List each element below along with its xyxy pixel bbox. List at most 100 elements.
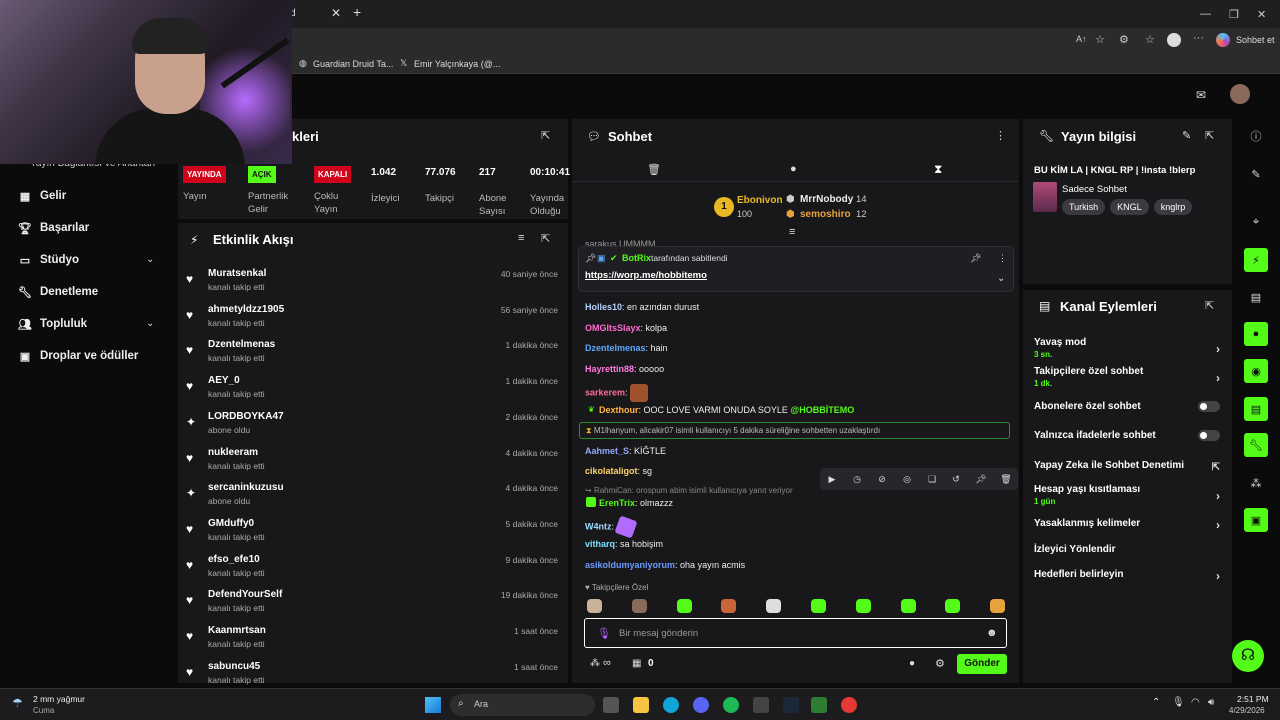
close-window-icon[interactable]: ✕ [1257, 8, 1266, 21]
pinned-link[interactable]: https://worp.me/hobbitemo [585, 270, 707, 281]
windows-start-icon[interactable] [425, 697, 441, 713]
popout-icon[interactable]: ⇱ [541, 232, 550, 245]
sidebar-item-droplar[interactable]: ▣ Droplar ve ödüller [18, 346, 139, 366]
pinned-by[interactable]: BotRix [622, 253, 651, 263]
document-icon[interactable]: ▤ [1244, 285, 1268, 309]
activity-user[interactable]: sabuncu45 [208, 661, 260, 672]
category-thumbnail[interactable] [1033, 182, 1057, 212]
chat-username[interactable]: sarkerem [585, 387, 625, 397]
copilot-label[interactable]: Sohbet et [1236, 35, 1275, 45]
mailbox-icon[interactable]: ✉ [1196, 88, 1206, 102]
spotify-icon[interactable] [723, 697, 739, 713]
chat-settings-bubble-icon[interactable]: ● [909, 658, 915, 669]
activity-item[interactable]: ✦ LORDBOYKA47 abone oldu 2 dakika önce [186, 411, 562, 445]
file-explorer-icon[interactable] [633, 697, 649, 713]
activity-item[interactable]: ♥ nukleeram kanalı takip etti 4 dakika önce [186, 447, 562, 481]
chevron-up-icon[interactable]: ⌃ [1152, 697, 1160, 708]
sidebar-item-denetleme[interactable]: 🔧︎ Denetleme [18, 282, 98, 302]
activity-user[interactable]: AEY_0 [208, 375, 240, 386]
chat-username[interactable]: Hayrettin88 [585, 364, 634, 374]
activity-user[interactable]: GMduffy0 [208, 518, 254, 529]
chevron-right-icon[interactable]: › [1216, 371, 1220, 385]
chat-username[interactable]: OMGItsSlayx [585, 323, 641, 333]
kick-icon[interactable] [811, 697, 827, 713]
chat-message[interactable]: vitharq: sa hobişim [585, 539, 663, 549]
gift-box-icon[interactable]: ▦ [632, 658, 641, 669]
chevron-right-icon[interactable]: › [1216, 569, 1220, 583]
volume-icon[interactable]: 🔊︎ [1208, 697, 1214, 708]
channel-action-item[interactable]: Yasaklanmış kelimeler › [1034, 518, 1222, 532]
minimize-icon[interactable]: — [1200, 8, 1211, 20]
stream-tag[interactable]: KNGL [1110, 199, 1149, 215]
image-icon[interactable]: ▣ [1244, 508, 1268, 532]
popout-icon[interactable]: ⇱ [1205, 129, 1214, 142]
activity-user[interactable]: LORDBOYKA47 [208, 411, 284, 422]
bookmark-1[interactable]: Guardian Druid Ta... [313, 59, 393, 69]
play-icon[interactable]: ▶ [822, 474, 842, 486]
broadcast-icon[interactable]: ◉ [1244, 359, 1268, 383]
delete-icon[interactable]: 🗑︎ [996, 474, 1016, 486]
channel-actions-rail-icon[interactable]: ▤ [1244, 397, 1268, 421]
filter-icon[interactable]: ≡ [518, 232, 524, 244]
chat-message[interactable]: cikolataligot: sg [585, 466, 652, 476]
more-options-icon[interactable]: ⋮ [998, 253, 1007, 264]
copilot-icon[interactable] [1216, 33, 1230, 47]
gear-icon[interactable]: ⚙ [935, 657, 945, 670]
activity-item[interactable]: ♥ efso_efe10 kanalı takip etti 9 dakika önc… [186, 554, 562, 588]
activity-item[interactable]: ♥ GMduffy0 kanalı takip etti 5 dakika önce [186, 518, 562, 552]
obs-icon[interactable] [841, 697, 857, 713]
maximize-icon[interactable]: ❐ [1229, 8, 1239, 21]
wifi-icon[interactable]: ◠ [1191, 697, 1200, 708]
chat-message[interactable]: Dexthour: OOC LOVE VARMI ONUDA SOYLE @HO… [599, 405, 854, 415]
chat-input-box[interactable]: 🎙︎ Bir mesaj gönderin ☻ [584, 618, 1007, 648]
channel-action-item[interactable]: Hesap yaşı kısıtlaması 1 gün › [1034, 484, 1222, 506]
taskbar-search[interactable]: ⌕ Ara [450, 694, 595, 716]
more-options-icon[interactable]: ⋮ [995, 129, 1006, 142]
terminal-icon[interactable] [753, 697, 769, 713]
leaderboard-name-3[interactable]: semoshiro [800, 209, 851, 220]
weather-text[interactable]: 2 mm yağmur [33, 694, 85, 704]
stream-tag[interactable]: Turkish [1062, 199, 1106, 215]
clock-date[interactable]: 4/29/2026 [1229, 706, 1265, 715]
chat-username[interactable]: W4ntz [585, 521, 612, 531]
activity-user[interactable]: Muratsenkal [208, 268, 266, 279]
chat-bubble-icon[interactable]: ● [790, 163, 797, 175]
emote-quick-icon[interactable] [631, 599, 647, 613]
favorite-star-icon[interactable]: ☆ [1095, 33, 1105, 46]
reply-icon[interactable]: ◎ [897, 474, 917, 486]
edit-pencil-icon[interactable]: ✎ [1244, 162, 1268, 186]
popout-icon[interactable]: ⇱ [1205, 299, 1214, 312]
undo-icon[interactable]: ↺ [946, 474, 966, 486]
activity-item[interactable]: ♥ AEY_0 kanalı takip etti 1 dakika önce [186, 375, 562, 409]
chevron-down-icon[interactable]: ⌄ [997, 273, 1005, 284]
chat-mention[interactable]: @HOBBİTEMO [790, 405, 854, 415]
emote-quick-icon[interactable] [587, 599, 602, 613]
user-avatar[interactable] [1230, 84, 1250, 104]
chat-username[interactable]: Dexthour [599, 405, 639, 415]
activity-user[interactable]: sercaninkuzusu [208, 482, 284, 493]
target-icon[interactable]: ⌖ [1244, 210, 1268, 234]
chat-message[interactable]: Dzentelmenas: hain [585, 343, 668, 353]
close-tab-icon[interactable]: ✕ [331, 6, 341, 20]
clock-time[interactable]: 2:51 PM [1237, 694, 1269, 704]
leaderboard-name-2[interactable]: MrrNobody [800, 194, 853, 205]
edge-icon[interactable] [663, 697, 679, 713]
chevron-down-icon[interactable]: ⌄ [146, 254, 154, 265]
points-icon[interactable]: ⁂ [590, 658, 600, 669]
chat-username[interactable]: Holles10 [585, 302, 622, 312]
channel-action-item[interactable]: Yalnızca ifadelerle sohbet [1034, 430, 1222, 441]
chat-message[interactable]: Holles10: en azından durust [585, 302, 699, 312]
activity-user[interactable]: nukleeram [208, 447, 258, 458]
chevron-right-icon[interactable]: › [1216, 489, 1220, 503]
sidebar-item-gelir[interactable]: ▦ Gelir [18, 186, 66, 206]
channel-action-item[interactable]: Hedefleri belirleyin › [1034, 569, 1222, 583]
chat-username[interactable]: asikoldumyaniyorum [585, 560, 675, 570]
chat-icon[interactable]: ● [1244, 322, 1268, 346]
emoji-icon[interactable]: ☻ [986, 627, 998, 639]
chat-username[interactable]: vitharq [585, 539, 615, 549]
sidebar-item-topluluk[interactable]: 👥︎ Topluluk [18, 314, 87, 334]
send-button[interactable]: Gönder [957, 654, 1007, 674]
activity-item[interactable]: ✦ sercaninkuzusu abone oldu 4 dakika önce [186, 482, 562, 516]
support-headset-icon[interactable]: ☊ [1232, 640, 1264, 672]
chevron-right-icon[interactable]: › [1216, 342, 1220, 356]
